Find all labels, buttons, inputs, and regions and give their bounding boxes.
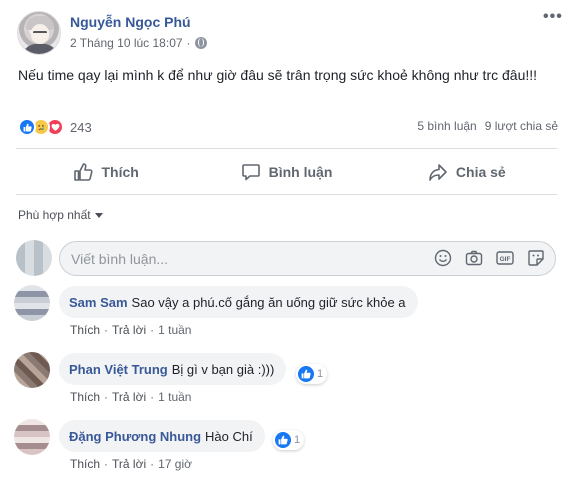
divider [16, 148, 557, 149]
divider [16, 194, 557, 195]
comment-meta: Thích · Trả lời · 1 tuần [70, 390, 191, 404]
camera-icon[interactable] [465, 249, 483, 267]
comment-like-count[interactable]: 1 [296, 364, 328, 384]
comments-count-link[interactable]: 5 bình luận [417, 119, 476, 133]
meta-dot: · [104, 323, 109, 337]
post-actions: Thích Bình luận Chia sẻ [16, 150, 557, 194]
comment-bubble: Phan Việt Trung Bị gì v bạn già :))) [59, 353, 287, 385]
comment-meta: Thích · Trả lời · 17 giờ [70, 457, 192, 471]
sticker-icon[interactable] [527, 249, 545, 267]
globe-icon[interactable] [194, 37, 207, 49]
sort-label: Phù hợp nhất [18, 208, 91, 222]
comment-reply-link[interactable]: Trả lời [112, 323, 146, 337]
like-reaction-icon [18, 118, 36, 136]
meta-dot: · [104, 457, 109, 471]
like-reaction-icon [298, 366, 314, 382]
like-reaction-icon [275, 432, 291, 448]
post-meta: 2 Tháng 10 lúc 18:07 · [70, 36, 207, 50]
commenter-name[interactable]: Sam Sam [69, 295, 128, 310]
share-arrow-icon [429, 164, 447, 181]
comment-like-link[interactable]: Thích [70, 390, 100, 404]
commenter-avatar[interactable] [14, 419, 50, 455]
comment-reply-link[interactable]: Trả lời [112, 390, 146, 404]
meta-dot: · [150, 457, 155, 471]
comment-like-count[interactable]: 1 [273, 430, 305, 450]
share-button-label: Chia sẻ [455, 164, 506, 180]
shares-count-link[interactable]: 9 lượt chia sẻ [485, 119, 558, 133]
more-options-icon[interactable]: ••• [543, 9, 563, 25]
reactions-summary[interactable]: 243 [18, 118, 92, 136]
commenter-name[interactable]: Phan Việt Trung [69, 362, 168, 377]
post-timestamp[interactable]: 2 Tháng 10 lúc 18:07 [70, 36, 183, 50]
comment-meta: Thích · Trả lời · 1 tuần [70, 323, 191, 337]
post-text: Nếu time qay lại mình k để như giờ đâu s… [18, 67, 538, 83]
share-button[interactable]: Chia sẻ [377, 150, 557, 194]
emoji-icon[interactable] [434, 249, 452, 267]
svg-text:GIF: GIF [500, 256, 511, 263]
meta-dot: · [150, 390, 155, 404]
like-button[interactable]: Thích [16, 150, 196, 194]
author-avatar[interactable] [17, 11, 61, 55]
author-name[interactable]: Nguyễn Ngọc Phú [70, 14, 191, 30]
current-user-avatar [16, 240, 52, 276]
comment-button[interactable]: Bình luận [196, 150, 376, 194]
comment-like-link[interactable]: Thích [70, 323, 100, 337]
composer-tools: GIF [434, 249, 545, 267]
comment-sort-dropdown[interactable]: Phù hợp nhất [18, 208, 103, 222]
commenter-name[interactable]: Đặng Phương Nhung [69, 429, 201, 444]
comment-button-label: Bình luận [268, 164, 333, 180]
comment-text: Sao vậy a phú.cố gắng ăn uống giữ sức kh… [131, 294, 406, 310]
commenter-avatar[interactable] [14, 285, 50, 321]
comment-reply-link[interactable]: Trả lời [112, 457, 146, 471]
comment-time[interactable]: 1 tuần [158, 390, 191, 404]
like-count: 1 [294, 434, 301, 446]
comment-time[interactable]: 1 tuần [158, 323, 191, 337]
comment-bubble: Đặng Phương Nhung Hào Chí [59, 420, 265, 452]
thumbs-up-icon [74, 163, 94, 181]
facebook-post: Nguyễn Ngọc Phú 2 Tháng 10 lúc 18:07 · •… [0, 0, 573, 482]
gif-icon[interactable]: GIF [496, 249, 514, 267]
like-button-label: Thích [101, 164, 139, 180]
commenter-avatar[interactable] [14, 352, 50, 388]
comment-time[interactable]: 17 giờ [158, 457, 192, 471]
comment-input[interactable]: Viết bình luận... GIF [59, 241, 556, 276]
like-count: 1 [317, 368, 324, 380]
meta-dot: · [150, 323, 155, 337]
comment-bubble-icon [241, 164, 260, 181]
meta-separator: · [186, 36, 191, 50]
comment-input-placeholder: Viết bình luận... [71, 251, 169, 267]
comment-text: Bị gì v bạn già :))) [171, 361, 275, 377]
comment-text: Hào Chí [205, 428, 253, 444]
meta-dot: · [104, 390, 109, 404]
chevron-down-icon [94, 212, 103, 218]
reaction-count: 243 [70, 119, 92, 135]
comment-like-link[interactable]: Thích [70, 457, 100, 471]
post-stats: 5 bình luận 9 lượt chia sẻ [417, 119, 558, 133]
comment-bubble: Sam Sam Sao vậy a phú.cố gắng ăn uống gi… [59, 286, 418, 318]
